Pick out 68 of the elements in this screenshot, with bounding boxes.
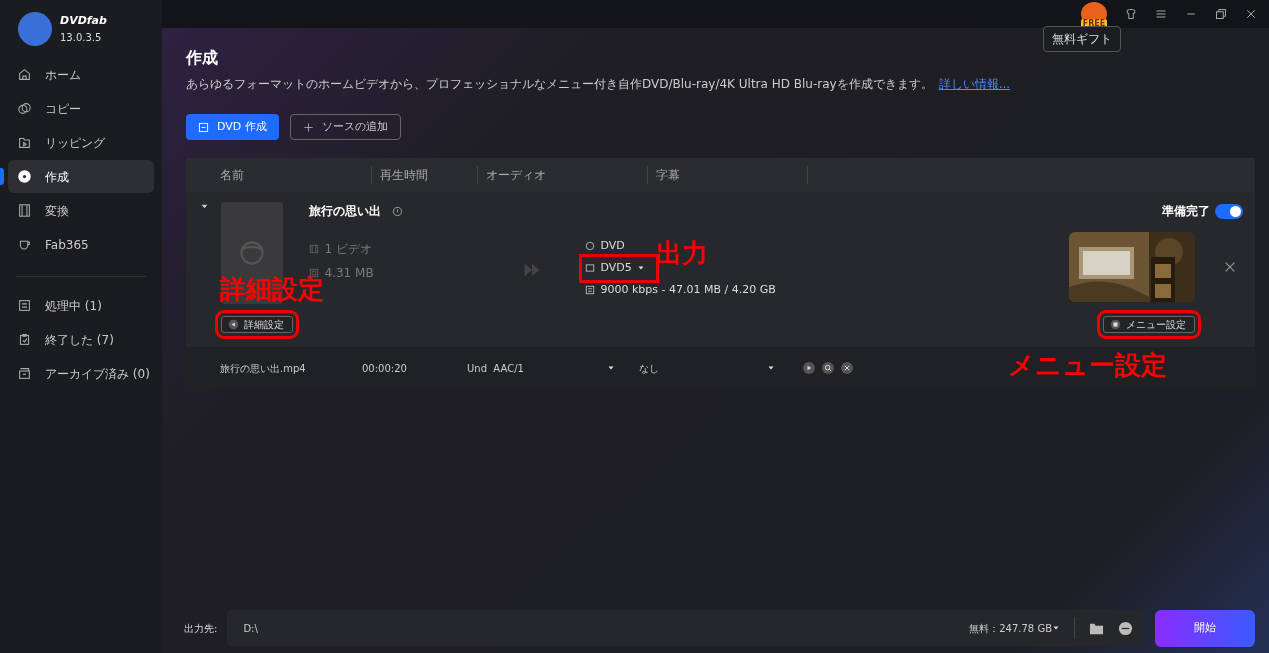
clipboard-icon <box>18 333 31 346</box>
app-version: 13.0.3.5 <box>60 30 103 45</box>
column-header: 名前 <box>212 166 372 185</box>
sidebar-item[interactable]: 処理中 (1) <box>8 289 154 322</box>
search-icon[interactable] <box>822 362 834 375</box>
sidebar-item[interactable]: 変換 <box>8 194 154 227</box>
gift-badge[interactable]: FREE <box>1081 2 1107 26</box>
sidebar-item[interactable]: アーカイブ済み (0) <box>8 357 154 390</box>
app-name: DVDfab <box>60 13 107 30</box>
plus-icon <box>302 121 314 133</box>
discs-icon <box>18 102 31 115</box>
column-header: 再生時間 <box>372 166 478 185</box>
page-title: 作成 <box>186 48 219 68</box>
tooltip: 無料ギフト <box>1043 26 1121 52</box>
delete-icon[interactable] <box>841 362 853 375</box>
menu-icon[interactable] <box>1155 8 1167 20</box>
sidebar-item[interactable]: 終了した (7) <box>8 323 154 356</box>
shirt-icon[interactable] <box>1125 8 1137 20</box>
cup-icon <box>18 238 31 251</box>
ready-toggle[interactable] <box>1215 203 1243 219</box>
disc-icon <box>585 241 595 252</box>
page-description: あらゆるフォーマットのホームビデオから、プロフェッショナルなメニュー付き自作DVD/Blu-ray/4K Ultra HD Blu-rayを作成できます。 詳しい情報... <box>186 76 1012 94</box>
disc-icon <box>18 170 31 183</box>
sidebar-item[interactable]: ホーム <box>8 58 154 91</box>
file-icon <box>585 285 595 296</box>
start-button[interactable]: 開始 <box>1155 609 1255 647</box>
list-icon <box>18 299 31 312</box>
subtitle: なし <box>639 361 660 376</box>
dropdown-caret-icon <box>1052 624 1060 632</box>
play-icon[interactable] <box>803 362 815 375</box>
output-path: D:\ <box>243 621 258 636</box>
info-icon <box>392 205 403 217</box>
duration: 00:00:20 <box>362 361 408 376</box>
sidebar-item[interactable]: Fab365 <box>8 228 154 261</box>
avatar <box>18 12 52 46</box>
disc-type-dropdown[interactable]: DVD5 <box>600 260 632 277</box>
bitrate-info: 9000 kbps - 47.01 MB / 4.20 GB <box>600 282 776 299</box>
folder-play-icon <box>18 136 31 149</box>
item-title: 旅行の思い出 <box>309 203 381 221</box>
file-name: 旅行の思い出.mp4 <box>220 361 307 376</box>
menu-template-icon <box>1110 319 1121 331</box>
create-button[interactable]: DVD 作成 <box>186 114 279 141</box>
column-header: 字幕 <box>648 166 808 185</box>
add-source-button[interactable]: ソースの追加 <box>289 114 401 141</box>
annotation-label: 詳細設定 <box>220 276 324 303</box>
film-icon <box>18 204 31 217</box>
sidebar-item[interactable]: リッピング <box>8 126 154 159</box>
annotation-label: メニュー設定 <box>1008 352 1167 379</box>
film-icon <box>309 244 319 255</box>
home-icon <box>18 68 31 81</box>
restore-icon[interactable] <box>1215 8 1227 20</box>
column-header: オーディオ <box>478 166 648 185</box>
output-format: DVD <box>600 238 625 255</box>
free-space-dropdown[interactable]: 無料：247.78 GB <box>969 620 1052 636</box>
archive-icon <box>18 367 31 380</box>
annotation-label: 出力 <box>656 240 708 267</box>
create-icon <box>198 121 209 133</box>
ready-label: 準備完了 <box>1161 203 1210 221</box>
monitor-icon <box>585 263 595 274</box>
video-count: 1 ビデオ <box>324 241 372 259</box>
output-path-field[interactable]: D:\ 無料：247.78 GB <box>227 610 1145 646</box>
sidebar-item[interactable]: コピー <box>8 92 154 125</box>
selection-indicator <box>0 168 4 185</box>
audio-track: Und AAC/1 <box>467 361 525 376</box>
file-size: 4.31 MB <box>324 264 374 282</box>
output-label: 出力先: <box>184 621 218 636</box>
close-icon[interactable] <box>1245 8 1257 20</box>
more-info-link[interactable]: 詳しい情報... <box>938 77 1011 92</box>
